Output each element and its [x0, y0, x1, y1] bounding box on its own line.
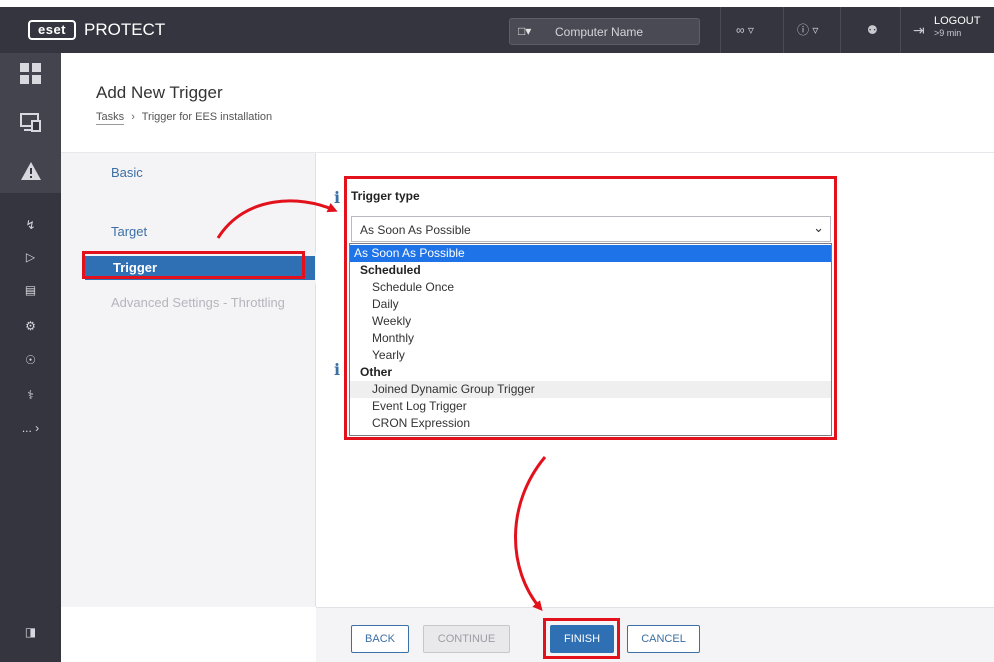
annotation-box-finish: [543, 618, 620, 659]
status-icon[interactable]: ⚕: [0, 388, 61, 402]
step-basic[interactable]: Basic: [111, 165, 143, 180]
computer-search[interactable]: □▾ Computer Name: [509, 18, 700, 45]
continue-button[interactable]: CONTINUE: [423, 625, 510, 653]
notifications-icon[interactable]: ☉: [0, 353, 61, 367]
dashboard-icon[interactable]: [0, 63, 61, 90]
page-header: Add New Trigger Tasks › Trigger for EES …: [61, 53, 994, 153]
back-button[interactable]: BACK: [351, 625, 409, 653]
info-icon[interactable]: i: [334, 360, 340, 379]
logout-icon[interactable]: ⇥: [913, 19, 925, 41]
computers-icon[interactable]: [0, 113, 61, 138]
annotation-box-trigger-type: [344, 176, 837, 440]
more-label: ...: [21, 421, 32, 435]
breadcrumb-tasks-link[interactable]: Tasks: [96, 111, 125, 125]
collapse-icon[interactable]: ◨: [0, 625, 61, 639]
divider: [900, 7, 901, 53]
divider: [783, 7, 784, 53]
search-placeholder: Computer Name: [555, 25, 644, 39]
link-icon[interactable]: ∞ ▿: [736, 19, 754, 41]
step-target[interactable]: Target: [111, 224, 147, 239]
info-icon[interactable]: i: [334, 188, 340, 207]
installers-icon[interactable]: ▤: [0, 283, 61, 297]
page-title: Add New Trigger: [96, 83, 223, 102]
wizard-footer: BACK CONTINUE FINISH CANCEL: [316, 607, 994, 662]
top-bar: eset PROTECT □▾ Computer Name ∞ ▿ ⓘ ▿ ⚉ …: [0, 7, 994, 53]
product-name: PROTECT: [84, 20, 166, 39]
wizard-steps: Basic Target Trigger Advanced Settings -…: [61, 153, 317, 607]
divider: [840, 7, 841, 53]
divider: [720, 7, 721, 53]
cancel-button[interactable]: CANCEL: [627, 625, 700, 653]
tasks-icon[interactable]: ▷: [0, 250, 61, 264]
breadcrumb-current: Trigger for EES installation: [141, 111, 273, 123]
policies-icon[interactable]: ⚙: [0, 319, 61, 333]
user-icon[interactable]: ⚉: [867, 19, 878, 41]
eset-logo: eset: [28, 20, 76, 40]
caption-strip: [0, 0, 994, 7]
logout-timer: >9 min: [934, 28, 962, 38]
breadcrumb-separator-icon: ›: [131, 111, 135, 123]
logout-button[interactable]: LOGOUT >9 min: [934, 15, 980, 39]
help-icon[interactable]: ⓘ ▿: [797, 19, 818, 41]
breadcrumb: Tasks › Trigger for EES installation: [96, 111, 273, 125]
more-icon[interactable]: ... ›: [0, 421, 61, 435]
reports-icon[interactable]: ↯: [0, 218, 61, 232]
step-advanced-throttling: Advanced Settings - Throttling: [111, 295, 285, 310]
annotation-box-trigger-step: [82, 251, 305, 279]
left-nav: ↯ ▷ ▤ ⚙ ☉ ⚕ ... › ◨: [0, 53, 61, 662]
logout-label: LOGOUT: [934, 15, 981, 27]
screenshot-root: eset PROTECT □▾ Computer Name ∞ ▿ ⓘ ▿ ⚉ …: [0, 0, 994, 662]
computer-dropdown-icon[interactable]: □▾: [518, 23, 538, 39]
alert-icon[interactable]: [0, 161, 61, 186]
